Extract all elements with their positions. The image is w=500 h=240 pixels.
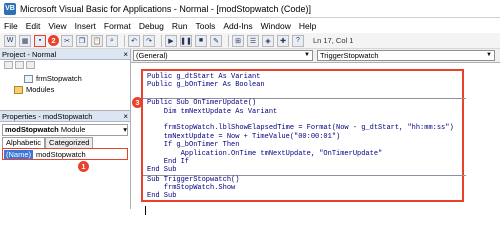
copy-icon[interactable]: ❐ (76, 34, 88, 47)
object-browser-icon[interactable]: ◈ (262, 34, 274, 47)
menu-edit[interactable]: Edit (26, 21, 41, 31)
project-tree: frmStopwatch Modules (0, 70, 130, 111)
object-name: modStopwatch (5, 125, 59, 134)
code-line[interactable]: If g_bOnTimer Then (147, 141, 462, 149)
object-combo[interactable]: (General) ▼ (133, 50, 313, 61)
object-type: Module (60, 125, 86, 134)
code-line[interactable]: frmStopWatch.lblShowElapsedTime = Format… (147, 124, 462, 132)
window-title: Microsoft Visual Basic for Applications … (20, 3, 311, 14)
project-pane-title: Project - Normal × (0, 49, 130, 60)
code-line[interactable]: End Sub (147, 166, 462, 174)
tree-item-label: frmStopwatch (36, 74, 82, 83)
code-line[interactable]: End If (147, 158, 462, 166)
design-mode-icon[interactable]: ✎ (210, 34, 222, 47)
menu-insert[interactable]: Insert (75, 21, 96, 31)
save-icon[interactable]: ▪ (34, 34, 46, 47)
cursor-position: Ln 17, Col 1 (313, 36, 354, 45)
editor-combo-bar: (General) ▼ TriggerStopwatch ▼ (131, 49, 500, 63)
menu-view[interactable]: View (48, 21, 66, 31)
close-icon[interactable]: × (123, 111, 128, 122)
property-row-name[interactable]: (Name) modStopwatch (2, 148, 128, 160)
redo-icon[interactable]: ↷ (143, 34, 155, 47)
toolbar-separator (228, 34, 229, 47)
object-combo-value: (General) (136, 51, 168, 60)
code-line[interactable]: End Sub (147, 192, 462, 200)
code-editor: (General) ▼ TriggerStopwatch ▼ Public g_… (131, 49, 500, 215)
chevron-down-icon: ▼ (304, 52, 310, 58)
view-word-icon[interactable]: W (4, 34, 16, 47)
menu-tools[interactable]: Tools (195, 21, 215, 31)
reset-icon[interactable]: ■ (195, 34, 207, 47)
properties-pane-title: Properties - modStopwatch × (0, 111, 130, 122)
property-name: (Name) (4, 149, 34, 159)
tree-item-modules[interactable]: Modules (14, 85, 54, 94)
step-badge-1: 1 (78, 161, 89, 172)
code-line[interactable]: Application.OnTime tmNextUpdate, "OnTime… (147, 150, 462, 158)
properties-window-icon[interactable]: ☰ (247, 34, 259, 47)
find-icon[interactable]: ⌕ (106, 34, 118, 47)
code-line[interactable]: tmNextUpdate = Now + TimeValue("00:00:01… (147, 133, 462, 141)
properties-tabs: Alphabetic Categorized (2, 137, 128, 148)
userform-icon (24, 74, 33, 83)
project-mini-toolbar (0, 60, 130, 70)
code-line[interactable]: Public g_bOnTimer As Boolean (147, 81, 462, 89)
code-highlight-box: Public g_dtStart As Variant Public g_bOn… (141, 69, 466, 202)
toolbar-separator (124, 34, 125, 47)
code-line[interactable]: Public g_dtStart As Variant (147, 73, 462, 81)
step-badge-2: 2 (48, 35, 59, 46)
procedure-combo[interactable]: TriggerStopwatch ▼ (317, 50, 495, 61)
folder-icon (14, 85, 23, 94)
menu-file[interactable]: File (4, 21, 18, 31)
tab-alphabetic[interactable]: Alphabetic (2, 137, 46, 148)
menu-bar: File Edit View Insert Format Debug Run T… (0, 18, 500, 33)
insert-userform-icon[interactable]: ▦ (19, 34, 31, 47)
tab-categorized[interactable]: Categorized (45, 137, 94, 148)
project-pane-title-text: Project - Normal (2, 50, 57, 59)
break-icon[interactable]: ❚❚ (180, 34, 192, 47)
menu-run[interactable]: Run (172, 21, 188, 31)
tree-item-frmstopwatch[interactable]: frmStopwatch (24, 74, 82, 83)
code-line[interactable] (147, 116, 462, 124)
menu-format[interactable]: Format (104, 21, 131, 31)
paste-icon[interactable]: 📋 (91, 34, 103, 47)
code-line[interactable]: Sub TriggerStopwatch() (147, 176, 462, 184)
chevron-down-icon: ▾ (123, 125, 127, 134)
menu-debug[interactable]: Debug (139, 21, 164, 31)
standard-toolbar: W ▦ ▪ 2 ✂ ❐ 📋 ⌕ ↶ ↷ ▶ ❚❚ ■ ✎ ⊞ ☰ ◈ ✚ ? L… (0, 33, 500, 49)
vba-app-icon: VB (4, 2, 16, 15)
object-select[interactable]: modStopwatch Module ▾ (2, 124, 128, 136)
title-bar: VB Microsoft Visual Basic for Applicatio… (0, 0, 500, 18)
menu-window[interactable]: Window (261, 21, 291, 31)
code-line[interactable]: Dim tmNextUpdate As Variant (147, 108, 462, 116)
view-object-icon[interactable] (15, 61, 24, 69)
chevron-down-icon: ▼ (486, 52, 492, 58)
text-cursor (145, 206, 146, 215)
run-icon[interactable]: ▶ (165, 34, 177, 47)
help-icon[interactable]: ? (292, 34, 304, 47)
project-explorer-icon[interactable]: ⊞ (232, 34, 244, 47)
view-code-icon[interactable] (4, 61, 13, 69)
property-value[interactable]: modStopwatch (36, 150, 86, 159)
step-badge-3: 3 (132, 97, 143, 108)
toolbar-separator (161, 34, 162, 47)
code-area[interactable]: Public g_dtStart As Variant Public g_bOn… (131, 63, 500, 215)
tree-item-label: Modules (26, 85, 55, 94)
left-pane: Project - Normal × frmStopwatch Modules … (0, 49, 131, 209)
menu-add-ins[interactable]: Add-Ins (223, 21, 252, 31)
undo-icon[interactable]: ↶ (128, 34, 140, 47)
menu-help[interactable]: Help (299, 21, 316, 31)
toolbox-icon[interactable]: ✚ (277, 34, 289, 47)
code-line[interactable]: Public Sub OnTimerUpdate() (147, 99, 462, 107)
properties-pane-title-text: Properties - modStopwatch (2, 112, 93, 121)
code-line[interactable]: frmStopWatch.Show (147, 184, 462, 192)
cut-icon[interactable]: ✂ (61, 34, 73, 47)
toggle-folders-icon[interactable] (26, 61, 35, 69)
close-icon[interactable]: × (123, 49, 128, 60)
procedure-combo-value: TriggerStopwatch (320, 51, 379, 60)
